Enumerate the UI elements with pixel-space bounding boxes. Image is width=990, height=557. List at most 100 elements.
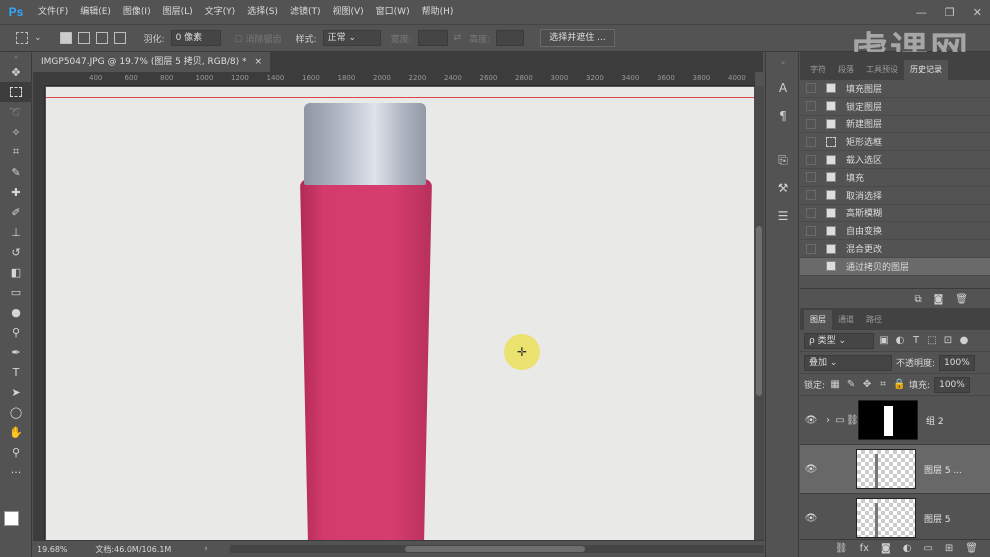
tab-character[interactable]: 字符 [804,60,832,80]
history-item[interactable]: 取消选择 [800,187,990,205]
type-icon[interactable]: T [0,362,32,382]
move-tool-icon[interactable]: ✥ [0,62,32,82]
blend-mode-select[interactable]: 叠加 ⌄ [804,354,892,371]
fill-input[interactable]: 100% [934,376,970,393]
layer-group-2[interactable]: 👁 › ▭ ⛓ 组 2 [800,396,990,445]
visibility-eye-icon[interactable]: 👁 [800,513,822,524]
add-mask-icon[interactable]: ◙ [881,543,891,554]
zoom-icon[interactable]: ⚲ [0,442,32,462]
gradient-icon[interactable]: ▭ [0,282,32,302]
layer-5[interactable]: 👁 图层 5 [800,494,990,543]
brush-icon[interactable]: ✐ [0,202,32,222]
antialias-checkbox[interactable]: ☐ 消除锯齿 [235,32,282,45]
smart-object-filter-icon[interactable]: ⊡ [942,335,954,346]
history-source-checkbox[interactable] [806,207,816,218]
history-item[interactable]: 新建图层 [800,116,990,134]
trash-icon[interactable]: 🗑 [965,543,978,554]
close-icon[interactable]: ✕ [973,6,982,19]
history-source-checkbox[interactable] [806,154,816,165]
history-item[interactable]: 高斯模糊 [800,205,990,223]
collapse-icon[interactable]: « [766,52,800,74]
color-swatches[interactable] [4,511,30,537]
document-size[interactable]: 文档:46.0M/106.1M [95,544,204,555]
layer-5-copy[interactable]: 👁 图层 5 ... [800,445,990,494]
history-source-checkbox[interactable] [806,172,816,183]
path-selection-icon[interactable]: ➤ [0,382,32,402]
lock-image-icon[interactable]: ✎ [845,379,857,390]
rectangular-marquee-icon[interactable] [0,82,32,102]
tab-tool-presets[interactable]: 工具预设 [860,60,904,80]
new-layer-icon[interactable]: ⊞ [945,543,953,554]
group-mask-thumbnail[interactable] [858,400,918,440]
history-item[interactable]: 填充 [800,169,990,187]
menu-image[interactable]: 图像(I) [117,0,157,24]
lock-transparent-icon[interactable]: ▦ [829,379,841,390]
chevron-right-icon[interactable]: › [822,415,834,426]
trash-icon[interactable]: 🗑 [955,294,968,305]
marquee-preset-icon[interactable] [16,32,28,44]
add-selection-icon[interactable] [77,32,90,44]
tab-layers[interactable]: 图层 [804,310,832,330]
vertical-scrollbar[interactable] [754,86,764,540]
lasso-icon[interactable]: ➰ [0,102,32,122]
history-source-checkbox[interactable] [806,190,816,201]
history-item[interactable]: 混合更改 [800,240,990,258]
new-group-icon[interactable]: ▭ [923,543,932,554]
history-source-checkbox[interactable] [806,243,816,254]
tab-history[interactable]: 历史记录 [904,60,948,80]
select-and-mask-button[interactable]: 选择并遮住 ... [540,29,615,47]
new-snapshot-icon[interactable]: ◙ [934,294,944,305]
paragraph-panel-icon[interactable]: ¶ [766,102,800,130]
lock-artboard-icon[interactable]: ⌗ [877,379,889,390]
vertical-scroll-thumb[interactable] [756,226,762,396]
healing-brush-icon[interactable]: ✚ [0,182,32,202]
hand-icon[interactable]: ✋ [0,422,32,442]
tool-presets-icon[interactable]: ⚒ [766,174,800,202]
tab-channels[interactable]: 通道 [832,310,860,330]
crop-icon[interactable]: ⌗ [0,142,32,162]
clone-stamp-icon[interactable]: ⊥ [0,222,32,242]
chevron-down-icon[interactable]: ⌄ [34,33,42,43]
history-item[interactable]: 自由变换 [800,222,990,241]
history-panel-icon[interactable]: ⎘ [766,146,800,174]
history-item[interactable]: 矩形选框 [800,133,990,152]
history-source-checkbox[interactable] [806,83,816,94]
character-panel-icon[interactable]: A [766,74,800,102]
lock-position-icon[interactable]: ✥ [861,379,873,390]
menu-file[interactable]: 文件(F) [32,0,74,24]
dodge-icon[interactable]: ⚲ [0,322,32,342]
menu-help[interactable]: 帮助(H) [416,0,460,24]
tab-paths[interactable]: 路径 [860,310,888,330]
history-source-checkbox[interactable] [806,101,816,112]
menu-filter[interactable]: 滤镜(T) [284,0,327,24]
guide-line[interactable] [46,97,754,98]
foreground-color[interactable] [4,511,19,526]
horizontal-scroll-thumb[interactable] [404,546,585,552]
history-source-checkbox[interactable] [806,261,816,272]
new-selection-icon[interactable] [59,32,72,44]
ellipse-icon[interactable]: ◯ [0,402,32,422]
menu-window[interactable]: 窗口(W) [370,0,416,24]
history-source-checkbox[interactable] [806,225,816,236]
history-item[interactable]: 锁定图层 [800,98,990,116]
history-source-checkbox[interactable] [806,118,816,129]
minimize-icon[interactable]: — [916,6,927,19]
history-item[interactable]: 载入选区 [800,151,990,169]
layer-thumbnail[interactable] [856,449,916,489]
layer-kind-filter[interactable]: ρ 类型 ⌄ [804,332,874,349]
type-filter-icon[interactable]: T [910,335,922,346]
menu-type[interactable]: 文字(Y) [199,0,242,24]
menu-select[interactable]: 选择(S) [241,0,284,24]
document-canvas[interactable]: ✛ [46,87,754,540]
feather-input[interactable]: 0 像素 [170,30,221,46]
history-source-checkbox[interactable] [806,136,816,147]
lock-all-icon[interactable]: 🔒 [893,379,905,390]
layer-style-icon[interactable]: fx [860,543,869,554]
zoom-level[interactable]: 19.68% [37,545,91,554]
new-document-from-state-icon[interactable]: ⧉ [914,294,921,305]
link-layers-icon[interactable]: ⛓ [835,543,848,554]
more-tools-icon[interactable]: ··· [0,462,32,482]
adjustment-filter-icon[interactable]: ◐ [894,335,906,346]
height-input[interactable] [496,30,525,46]
horizontal-scrollbar[interactable] [229,545,764,553]
